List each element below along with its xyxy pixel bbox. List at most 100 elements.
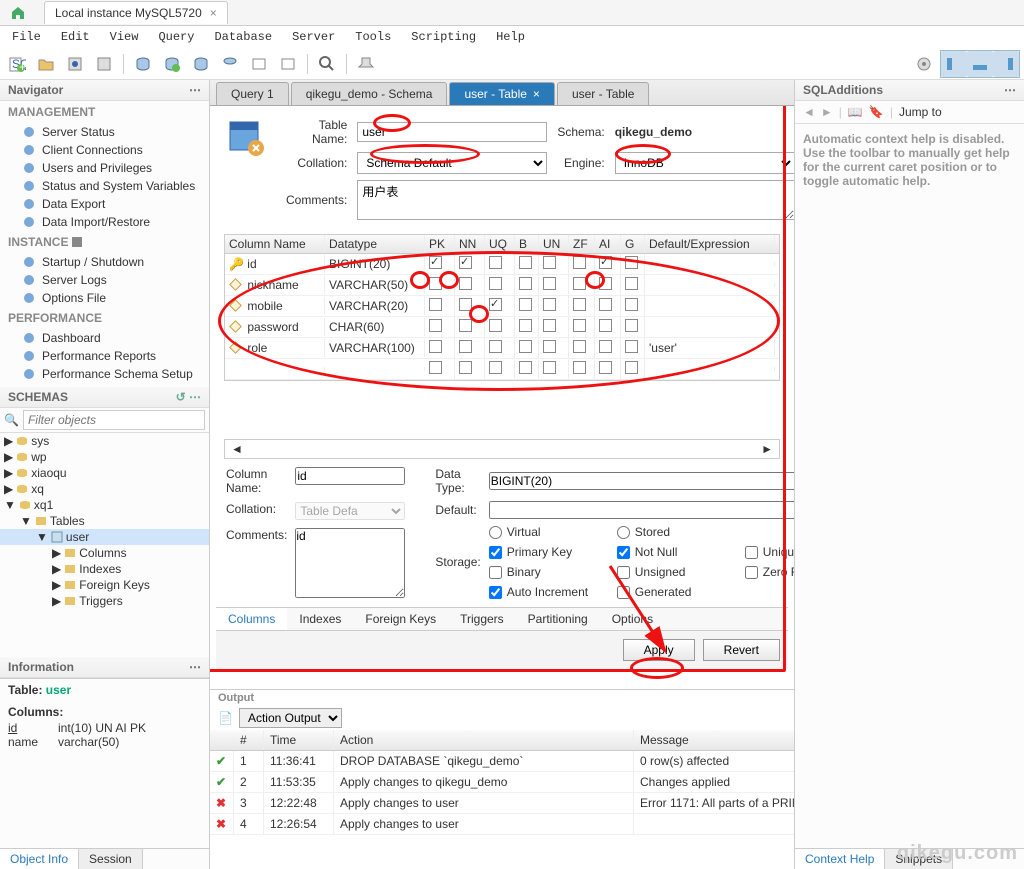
nav-back-icon[interactable]: ◄ bbox=[803, 105, 815, 119]
column-name-input[interactable] bbox=[295, 467, 405, 485]
empty-column-row[interactable] bbox=[225, 359, 779, 380]
indexes-folder[interactable]: ▶ Indexes bbox=[0, 561, 209, 577]
close-icon[interactable]: × bbox=[210, 6, 217, 20]
tool-icon-7[interactable] bbox=[188, 51, 214, 77]
pk-checkbox[interactable]: Primary Key bbox=[489, 545, 609, 559]
nav-item[interactable]: Client Connections bbox=[0, 141, 209, 159]
revert-button[interactable]: Revert bbox=[703, 639, 780, 661]
table-user[interactable]: ▼ user bbox=[0, 529, 209, 545]
schema-item[interactable]: ▼ xq1 bbox=[0, 497, 209, 513]
nav-item[interactable]: Startup / Shutdown bbox=[0, 253, 209, 271]
tab-query1[interactable]: Query 1 bbox=[216, 82, 289, 105]
comments-input[interactable]: 用户表 bbox=[357, 180, 794, 220]
zf-checkbox[interactable]: Zero Fill bbox=[745, 565, 794, 579]
new-sql-tab-icon[interactable]: SQL+ bbox=[4, 51, 30, 77]
object-info-tab[interactable]: Object Info bbox=[0, 849, 79, 869]
tool-icon-12[interactable] bbox=[353, 51, 379, 77]
subtab-triggers[interactable]: Triggers bbox=[448, 608, 516, 630]
uq-checkbox[interactable]: Unique bbox=[745, 545, 794, 559]
nav-item[interactable]: Performance Reports bbox=[0, 347, 209, 365]
nav-fwd-icon[interactable]: ► bbox=[821, 105, 833, 119]
menu-view[interactable]: View bbox=[102, 28, 147, 46]
uns-checkbox[interactable]: Unsigned bbox=[617, 565, 737, 579]
open-sql-icon[interactable] bbox=[33, 51, 59, 77]
schema-item[interactable]: ▶ xiaoqu bbox=[0, 465, 209, 481]
stored-radio[interactable]: Stored bbox=[617, 525, 737, 539]
columns-folder[interactable]: ▶ Columns bbox=[0, 545, 209, 561]
subtab-options[interactable]: Options bbox=[600, 608, 665, 630]
col-comments-input[interactable]: id bbox=[295, 528, 405, 598]
close-icon[interactable]: × bbox=[533, 87, 540, 101]
menu-edit[interactable]: Edit bbox=[53, 28, 98, 46]
schema-item[interactable]: ▶ sys bbox=[0, 433, 209, 449]
menu-scripting[interactable]: Scripting bbox=[403, 28, 484, 46]
tool-icon-5[interactable] bbox=[130, 51, 156, 77]
nav-item[interactable]: Options File bbox=[0, 289, 209, 307]
panel-toggle-left-icon[interactable] bbox=[941, 51, 967, 77]
context-help-tab[interactable]: Context Help bbox=[795, 849, 885, 869]
output-row[interactable]: ✖412:26:54Apply changes to user bbox=[210, 814, 794, 835]
help-toggle-icon[interactable]: 🔖 bbox=[869, 105, 884, 119]
subtab-fk[interactable]: Foreign Keys bbox=[353, 608, 448, 630]
settings-icon[interactable] bbox=[911, 51, 937, 77]
subtab-indexes[interactable]: Indexes bbox=[287, 608, 353, 630]
nav-item[interactable]: Data Import/Restore bbox=[0, 213, 209, 231]
schema-item[interactable]: ▶ xq bbox=[0, 481, 209, 497]
subtab-partitioning[interactable]: Partitioning bbox=[516, 608, 600, 630]
session-tab[interactable]: Session bbox=[79, 849, 143, 869]
menu-server[interactable]: Server bbox=[284, 28, 343, 46]
nav-item[interactable]: Server Status bbox=[0, 123, 209, 141]
column-row[interactable]: roleVARCHAR(100) 'user' bbox=[225, 338, 779, 359]
panel-toggle-right-icon[interactable] bbox=[993, 51, 1019, 77]
help-icon[interactable]: 📖 bbox=[848, 105, 863, 119]
column-row[interactable]: passwordCHAR(60) bbox=[225, 317, 779, 338]
menu-query[interactable]: Query bbox=[150, 28, 202, 46]
menu-database[interactable]: Database bbox=[206, 28, 280, 46]
tab-user-table-2[interactable]: user - Table bbox=[557, 82, 649, 105]
default-input[interactable] bbox=[489, 501, 794, 519]
gen-checkbox[interactable]: Generated bbox=[617, 585, 737, 599]
tool-icon-3[interactable] bbox=[62, 51, 88, 77]
schema-item[interactable]: ▶ wp bbox=[0, 449, 209, 465]
table-name-input[interactable] bbox=[357, 122, 547, 142]
menu-file[interactable]: File bbox=[4, 28, 49, 46]
column-row[interactable]: nicknameVARCHAR(50) bbox=[225, 275, 779, 296]
tables-folder[interactable]: ▼ Tables bbox=[0, 513, 209, 529]
tool-icon-4[interactable] bbox=[91, 51, 117, 77]
column-row[interactable]: 🔑 idBIGINT(20) bbox=[225, 254, 779, 275]
output-row[interactable]: ✔111:36:41DROP DATABASE `qikegu_demo`0 r… bbox=[210, 751, 794, 772]
output-type-select[interactable]: Action Output bbox=[239, 708, 342, 728]
panel-toggle-bottom-icon[interactable] bbox=[967, 51, 993, 77]
nav-item[interactable]: Data Export bbox=[0, 195, 209, 213]
column-row[interactable]: mobileVARCHAR(20) bbox=[225, 296, 779, 317]
nav-item[interactable]: Dashboard bbox=[0, 329, 209, 347]
home-icon[interactable] bbox=[0, 0, 36, 26]
bin-checkbox[interactable]: Binary bbox=[489, 565, 609, 579]
data-type-input[interactable] bbox=[489, 472, 794, 490]
virtual-radio[interactable]: Virtual bbox=[489, 525, 609, 539]
output-row[interactable]: ✖312:22:48Apply changes to userError 117… bbox=[210, 793, 794, 814]
menu-help[interactable]: Help bbox=[488, 28, 533, 46]
apply-button[interactable]: Apply bbox=[623, 639, 695, 661]
filter-objects-input[interactable] bbox=[23, 410, 205, 430]
tool-icon-9[interactable] bbox=[246, 51, 272, 77]
tool-icon-6[interactable] bbox=[159, 51, 185, 77]
tool-icon-10[interactable] bbox=[275, 51, 301, 77]
menu-tools[interactable]: Tools bbox=[347, 28, 399, 46]
tool-icon-11[interactable] bbox=[314, 51, 340, 77]
collation-select[interactable]: Schema Default bbox=[357, 152, 547, 174]
tab-schema[interactable]: qikegu_demo - Schema bbox=[291, 82, 448, 105]
fk-folder[interactable]: ▶ Foreign Keys bbox=[0, 577, 209, 593]
subtab-columns[interactable]: Columns bbox=[216, 608, 287, 630]
output-row[interactable]: ✔211:53:35Apply changes to qikegu_demoCh… bbox=[210, 772, 794, 793]
instance-tab[interactable]: Local instance MySQL5720 × bbox=[44, 1, 228, 24]
triggers-folder[interactable]: ▶ Triggers bbox=[0, 593, 209, 609]
tool-icon-8[interactable] bbox=[217, 51, 243, 77]
ai-checkbox[interactable]: Auto Increment bbox=[489, 585, 609, 599]
engine-select[interactable]: InnoDB bbox=[615, 152, 794, 174]
nav-item[interactable]: Server Logs bbox=[0, 271, 209, 289]
nav-item[interactable]: Performance Schema Setup bbox=[0, 365, 209, 383]
nav-item[interactable]: Users and Privileges bbox=[0, 159, 209, 177]
nn-checkbox[interactable]: Not Null bbox=[617, 545, 737, 559]
tab-user-table-active[interactable]: user - Table× bbox=[449, 82, 555, 105]
